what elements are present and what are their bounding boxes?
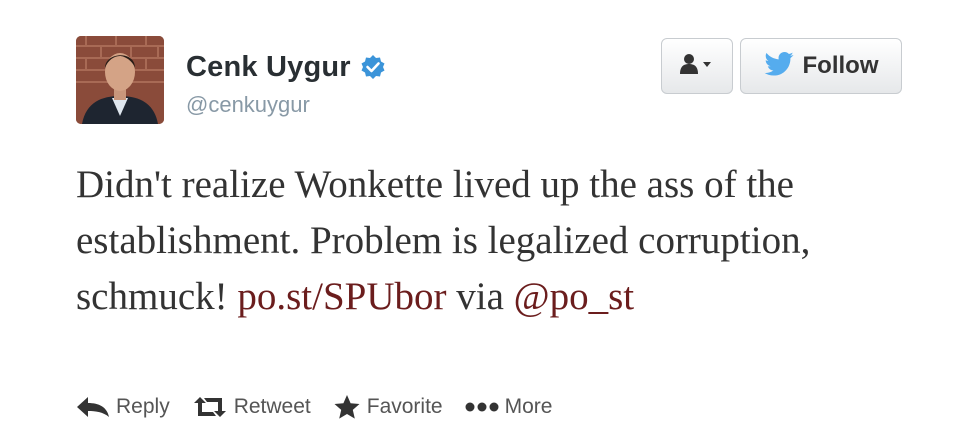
retweet-action[interactable]: Retweet (192, 395, 311, 419)
display-name[interactable]: Cenk Uygur (186, 51, 351, 84)
follow-label: Follow (802, 52, 879, 79)
favorite-label: Favorite (366, 395, 443, 418)
screen-name[interactable]: @cenkuygur (186, 92, 386, 118)
reply-label: Reply (116, 395, 170, 418)
profile-photo-icon (76, 36, 164, 124)
tweet-link[interactable]: po.st/SPUbor (237, 275, 446, 318)
follow-button[interactable]: Follow (740, 38, 902, 94)
favorite-action[interactable]: Favorite (333, 394, 443, 420)
more-action[interactable]: More (465, 395, 553, 419)
user-menu-button[interactable] (661, 38, 733, 94)
user-dropdown-icon (679, 52, 715, 81)
display-name-row: Cenk Uygur (186, 50, 386, 84)
retweet-icon (192, 396, 228, 418)
reply-action[interactable]: Reply (76, 395, 170, 419)
bird-icon (763, 51, 794, 81)
tweet-text-plain: via (446, 275, 514, 318)
star-icon (333, 394, 361, 420)
author-block: Cenk Uygur @cenkuygur (186, 50, 386, 118)
more-label: More (504, 395, 553, 418)
reply-arrow-icon (76, 396, 110, 418)
retweet-label: Retweet (233, 395, 311, 418)
tweet-actions: Reply Retweet Favorite More (76, 392, 574, 422)
more-dots-icon (465, 401, 499, 413)
verified-badge-icon (360, 54, 386, 80)
avatar[interactable] (76, 36, 164, 124)
tweet-text: Didn't realize Wonkette lived up the ass… (76, 157, 876, 325)
tweet-mention[interactable]: @po_st (514, 275, 634, 318)
